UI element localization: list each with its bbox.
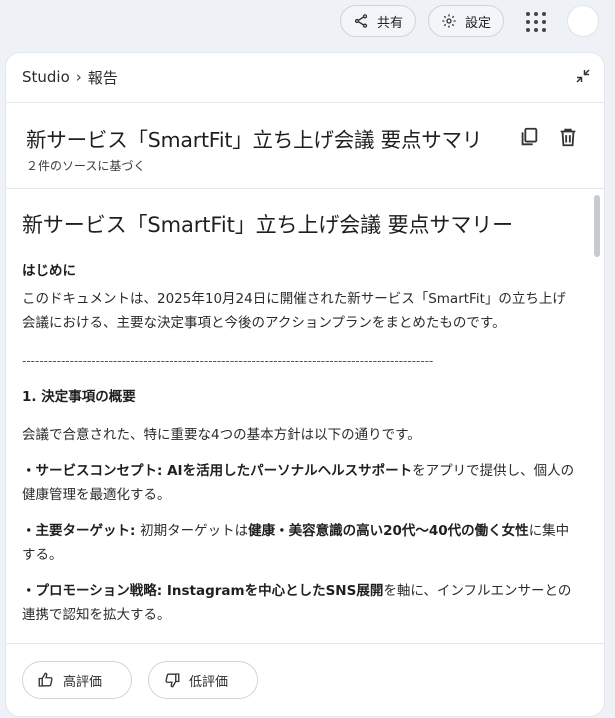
bullet-lead: ・主要ターゲット: — [22, 523, 141, 539]
trash-icon[interactable] — [557, 126, 579, 148]
bullet-item: ・サービスコンセプト: AIを活用したパーソナルヘルスサポートをアプリで提供し、… — [22, 459, 582, 507]
document-title: 新サービス「SmartFit」立ち上げ会議 要点サマリ — [26, 128, 483, 152]
bullet-item: ・主要ターゲット: 初期ターゲットは健康・美容意識の高い20代〜40代の働く女性… — [22, 519, 582, 567]
horizontal-rule: ----------------------------------------… — [22, 354, 434, 368]
breadcrumb: Studio › 報告 — [22, 67, 118, 87]
thumbs-up-button[interactable]: 高評価 — [22, 661, 132, 699]
studio-panel: Studio › 報告 新サービス「SmartFit」立ち上げ会議 要点サマリ … — [6, 53, 604, 716]
divider — [6, 643, 604, 644]
bullet-item: ・プロモーション戦略: Instagramを中心としたSNS展開を軸に、インフル… — [22, 579, 582, 627]
settings-label: 設定 — [465, 15, 492, 31]
settings-button[interactable]: 設定 — [428, 5, 504, 37]
avatar[interactable] — [567, 5, 599, 37]
source-count: ２件のソースに基づく — [26, 159, 146, 173]
collapse-icon[interactable] — [574, 67, 592, 85]
bullet-bold: 健康・美容意識の高い20代〜40代の働く女性 — [248, 523, 529, 539]
bullet-bold: AIを活用したパーソナルヘルスサポート — [167, 463, 413, 479]
share-icon — [354, 14, 368, 28]
share-label: 共有 — [377, 15, 404, 31]
intro-heading: はじめに — [22, 263, 76, 279]
bullet-lead: ・プロモーション戦略: — [22, 583, 167, 599]
bullet-bold: Instagramを中心としたSNS展開 — [166, 583, 384, 599]
bullet-pre: 初期ターゲットは — [140, 523, 249, 539]
thumbs-up-icon — [38, 672, 53, 687]
thumbs-up-label: 高評価 — [63, 674, 103, 690]
breadcrumb-studio[interactable]: Studio — [22, 68, 70, 86]
thumbs-down-label: 低評価 — [189, 674, 229, 690]
chevron-right-icon: › — [75, 68, 82, 86]
scrollbar[interactable] — [594, 195, 600, 257]
breadcrumb-report: 報告 — [87, 68, 118, 87]
report-content[interactable]: 新サービス「SmartFit」立ち上げ会議 要点サマリー はじめに このドキュメ… — [6, 189, 604, 642]
section-heading: 1. 決定事項の概要 — [22, 389, 136, 405]
thumbs-down-icon — [165, 673, 180, 688]
thumbs-down-button[interactable]: 低評価 — [148, 661, 258, 699]
top-bar: 共有 設定 — [0, 0, 615, 44]
divider — [6, 102, 604, 103]
share-button[interactable]: 共有 — [340, 5, 416, 37]
gear-icon — [442, 14, 456, 28]
bullet-lead: ・サービスコンセプト: — [22, 463, 168, 479]
section-lead: 会議で合意された、特に重要な4つの基本方針は以下の通りです。 — [22, 427, 421, 443]
report-heading: 新サービス「SmartFit」立ち上げ会議 要点サマリー — [22, 213, 514, 237]
apps-grid-icon[interactable] — [526, 12, 546, 32]
intro-paragraph: このドキュメントは、2025年10月24日に開催された新サービス「SmartFi… — [22, 291, 566, 331]
copy-icon[interactable] — [518, 126, 540, 148]
